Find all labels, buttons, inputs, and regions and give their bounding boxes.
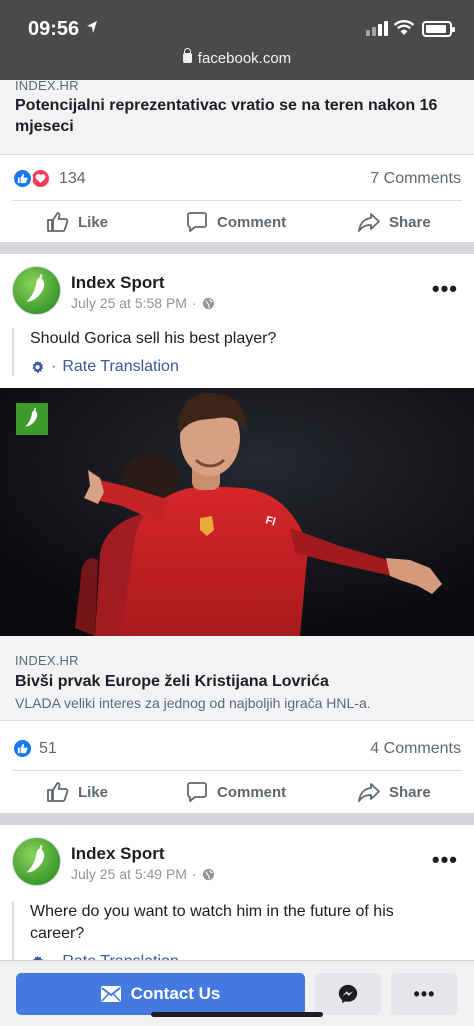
link-source: INDEX.HR — [15, 653, 79, 668]
reactions-row[interactable]: 134 7 Comments — [0, 159, 474, 199]
post-actions: Like Comment Share — [0, 201, 474, 243]
post-text: Where do you want to watch him in the fu… — [30, 903, 394, 942]
status-bar: 09:56 facebook.com — [0, 0, 474, 80]
page-name[interactable]: Index Sport — [71, 844, 165, 864]
comment-label: Comment — [217, 213, 287, 231]
cellular-signal-icon — [366, 21, 388, 36]
lock-icon — [182, 48, 192, 63]
link-title: Bivši prvak Europe želi Kristijana Lovri… — [15, 673, 329, 690]
post-meta: July 25 at 5:58 PM · — [71, 295, 215, 311]
page-avatar[interactable] — [12, 266, 61, 315]
globe-icon — [202, 868, 214, 880]
contact-us-label: Contact Us — [130, 984, 221, 1003]
link-title: Potencijalni reprezentativac vratio se n… — [15, 97, 438, 135]
post-text: Should Gorica sell his best player? — [30, 330, 277, 347]
home-indicator[interactable] — [151, 1012, 323, 1017]
thumbs-up-icon — [47, 782, 69, 802]
comments-count[interactable]: 4 Comments — [370, 740, 461, 758]
post-timestamp[interactable]: July 25 at 5:58 PM — [71, 295, 187, 311]
link-preview[interactable]: INDEX.HR Potencijalni reprezentativac vr… — [0, 70, 474, 154]
photo-soccer-player: Fl — [0, 388, 474, 636]
like-label: Like — [78, 213, 109, 231]
messenger-button[interactable] — [315, 973, 381, 1015]
page-name[interactable]: Index Sport — [71, 273, 165, 293]
rate-translation-link[interactable]: Rate Translation — [62, 358, 179, 376]
battery-icon — [422, 21, 455, 37]
share-label: Share — [389, 213, 431, 231]
status-time: 09:56 — [28, 18, 80, 40]
chili-pepper-icon — [26, 844, 45, 873]
share-icon — [358, 213, 380, 232]
wifi-icon — [393, 20, 415, 35]
share-button[interactable]: Share — [357, 771, 431, 813]
globe-icon — [202, 297, 214, 309]
page-avatar[interactable] — [12, 837, 61, 886]
comment-icon — [187, 782, 207, 802]
reactions-row[interactable]: 51 4 Comments — [0, 729, 474, 769]
love-reaction-icon — [30, 168, 51, 189]
reaction-count: 134 — [59, 170, 86, 187]
url-bar[interactable]: facebook.com — [0, 48, 474, 67]
like-button[interactable]: Like — [46, 201, 108, 243]
chili-pepper-icon — [25, 407, 38, 427]
post-text-block: Should Gorica sell his best player? · Ra… — [12, 328, 452, 376]
comments-count[interactable]: 7 Comments — [370, 170, 461, 188]
comment-icon — [187, 212, 207, 232]
contact-us-button[interactable]: Contact Us — [16, 973, 305, 1015]
index-logo-badge — [16, 403, 48, 435]
reaction-count: 51 — [39, 740, 57, 757]
messenger-icon — [338, 984, 358, 1004]
comment-label: Comment — [217, 783, 287, 801]
envelope-icon — [100, 986, 121, 1002]
link-description: VLADA veliki interes za jednog od najbol… — [15, 695, 371, 711]
like-label: Like — [78, 783, 109, 801]
thumbs-up-icon — [47, 212, 69, 232]
post-card-1: INDEX.HR Potencijalni reprezentativac vr… — [0, 70, 474, 242]
comment-button[interactable]: Comment — [185, 201, 286, 243]
url-text: facebook.com — [197, 50, 292, 67]
like-reaction-icon — [12, 738, 33, 759]
like-reaction-icon — [12, 168, 33, 189]
location-arrow-icon — [87, 21, 97, 33]
rate-translation[interactable]: · Rate Translation — [30, 358, 452, 376]
more-options-button[interactable]: ••• — [432, 276, 458, 302]
post-actions: Like Comment Share — [0, 771, 474, 813]
more-options-button[interactable]: ••• — [432, 847, 458, 873]
comment-button[interactable]: Comment — [185, 771, 286, 813]
link-source: INDEX.HR — [15, 78, 79, 93]
link-preview[interactable]: INDEX.HR Bivši prvak Europe želi Kristij… — [0, 636, 474, 720]
post-meta: July 25 at 5:49 PM · — [71, 866, 215, 882]
post-timestamp[interactable]: July 25 at 5:49 PM — [71, 866, 187, 882]
post-card-2: Index Sport July 25 at 5:58 PM · ••• Sho… — [0, 254, 474, 813]
like-button[interactable]: Like — [46, 771, 108, 813]
chili-pepper-icon — [26, 273, 45, 302]
link-image[interactable]: Fl — [0, 388, 474, 636]
page-action-bar: Contact Us ••• — [0, 960, 474, 1026]
gear-icon — [32, 360, 44, 373]
share-icon — [358, 783, 380, 802]
more-actions-button[interactable]: ••• — [391, 973, 458, 1015]
share-label: Share — [389, 783, 431, 801]
share-button[interactable]: Share — [357, 201, 431, 243]
